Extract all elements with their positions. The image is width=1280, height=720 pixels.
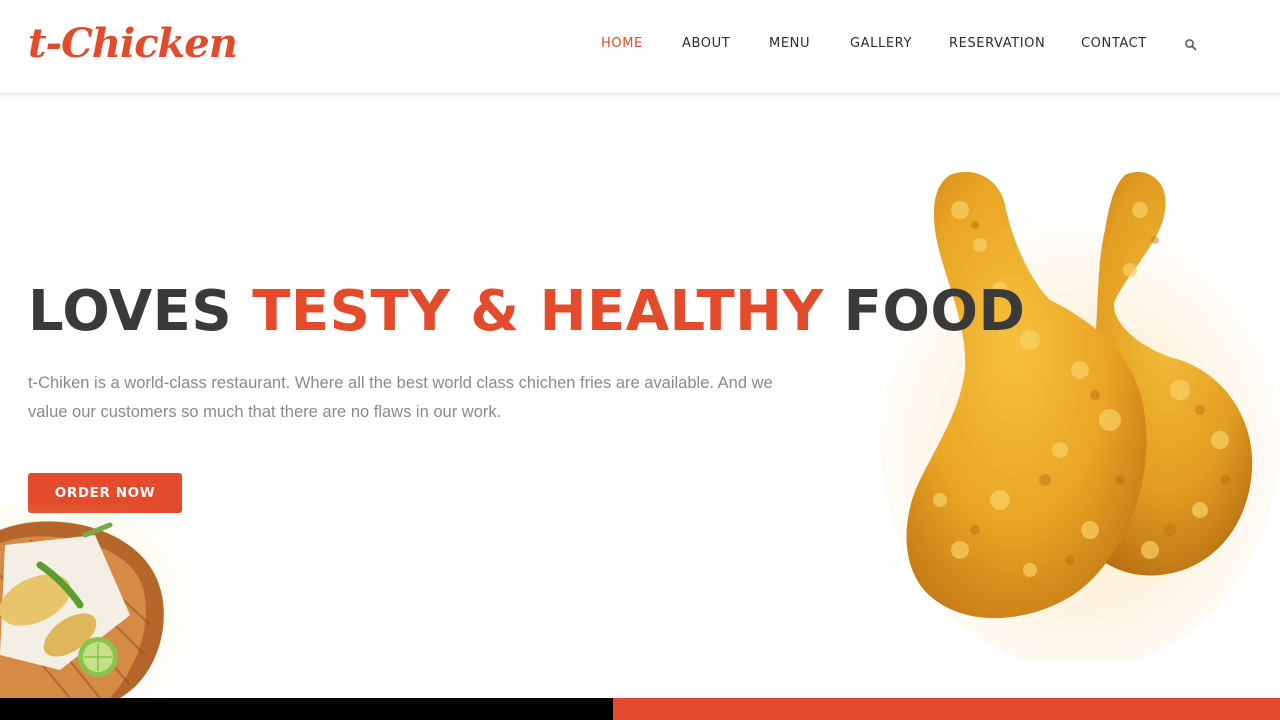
nav-reservation[interactable]: RESERVATION: [949, 34, 1045, 54]
nav-home[interactable]: HOME: [601, 34, 643, 54]
site-logo[interactable]: t-Chicken: [28, 14, 238, 74]
hero-title-part1: LOVES: [28, 279, 253, 344]
tempura-basket-image: [0, 505, 200, 699]
hero-title-part2: FOOD: [823, 279, 1026, 344]
nav-contact[interactable]: CONTACT: [1081, 34, 1147, 54]
nav-about[interactable]: ABOUT: [682, 34, 730, 54]
footer-bar-accent: [613, 698, 1280, 720]
hero-title-accent: TESTY & HEALTHY: [252, 279, 824, 344]
nav-gallery[interactable]: GALLERY: [850, 34, 912, 54]
hero-description: t-Chiken is a world-class restaurant. Wh…: [28, 374, 773, 421]
hero-title: LOVES TESTY & HEALTHY FOOD: [28, 276, 1026, 348]
nav-menu[interactable]: MENU: [769, 34, 810, 54]
search-icon[interactable]: [1183, 37, 1199, 53]
footer-bar-dark: [0, 698, 613, 720]
fried-chicken-image: [880, 150, 1280, 670]
site-header: t-Chicken HOME ABOUT MENU GALLERY RESERV…: [0, 0, 1280, 94]
